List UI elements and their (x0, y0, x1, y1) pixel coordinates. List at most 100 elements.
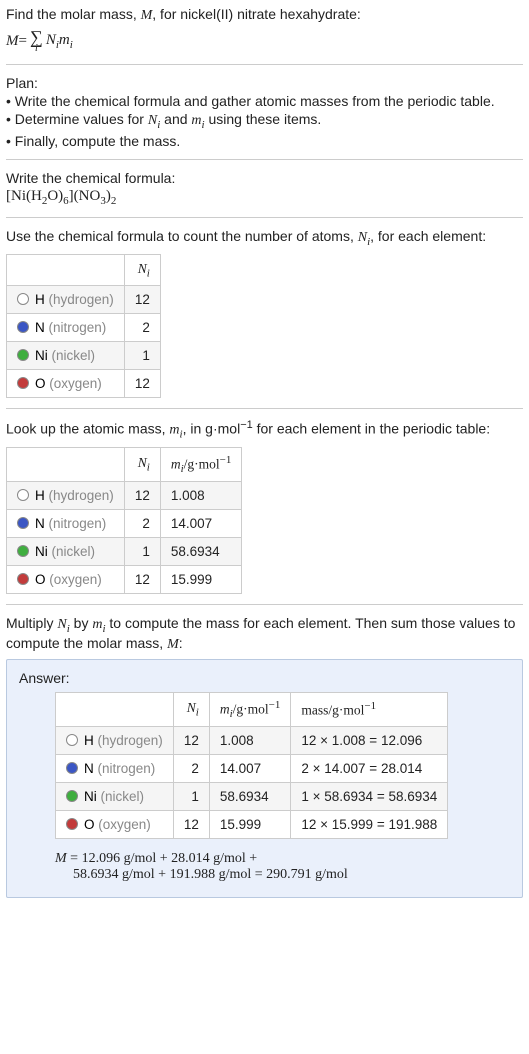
count-b: , for each element: (370, 228, 486, 244)
element-count: 2 (173, 754, 209, 782)
formula-m-sub: i (70, 39, 73, 51)
element-name: (hydrogen) (49, 488, 114, 503)
answer-m-var: M (55, 851, 67, 866)
separator (6, 217, 523, 218)
lookup-text: Look up the atomic mass, mi, in g·mol−1 … (6, 419, 523, 440)
formula-eq: = (19, 33, 27, 50)
lookup-b: , in g·mol (183, 421, 241, 437)
separator (6, 64, 523, 65)
element-atomic-mass: 1.008 (209, 726, 291, 754)
element-count: 2 (124, 314, 160, 342)
intro-text-b: , for nickel(II) nitrate hexahydrate: (152, 6, 361, 22)
element-cell: N (nitrogen) (7, 509, 125, 537)
plan-b2-n: N (148, 113, 157, 128)
mult-mid: by (70, 615, 93, 631)
element-symbol: O (35, 376, 46, 391)
mult-n: N (57, 617, 66, 632)
element-symbol: N (35, 516, 45, 531)
plan-title: Plan: (6, 75, 523, 91)
answer-calc-line-1: M = 12.096 g/mol + 28.014 g/mol + (55, 851, 510, 867)
lookup-m: m (169, 423, 179, 438)
chem-p1: [Ni(H (6, 188, 42, 204)
mult-a: Multiply (6, 615, 57, 631)
chem-formula-title: Write the chemical formula: (6, 170, 523, 186)
chem-p2: O) (47, 188, 63, 204)
table-header-ni: Ni (124, 254, 160, 286)
element-cell: N (nitrogen) (7, 314, 125, 342)
element-count: 1 (124, 537, 160, 565)
element-name: (nickel) (52, 544, 96, 559)
element-swatch (17, 349, 29, 361)
multiply-text: Multiply Ni by mi to compute the mass fo… (6, 615, 523, 653)
intro-line-1: Find the molar mass, M, for nickel(II) n… (6, 6, 523, 24)
element-swatch (66, 734, 78, 746)
answer-inner: Ni mi/g·mol−1 mass/g·mol−1 H (hydrogen) … (55, 692, 510, 883)
element-symbol: Ni (84, 789, 97, 804)
element-cell: Ni (nickel) (7, 537, 125, 565)
element-cell: O (oxygen) (7, 370, 125, 398)
element-symbol: O (84, 817, 95, 832)
element-name: (nickel) (101, 789, 145, 804)
answer-l1: = 12.096 g/mol + 28.014 g/mol + (67, 851, 258, 866)
element-mass: 15.999 (160, 565, 242, 593)
lookup-table: Ni mi/g·mol−1 H (hydrogen) 12 1.008 N (n… (6, 447, 242, 594)
element-swatch (17, 293, 29, 305)
element-count: 1 (173, 782, 209, 810)
element-cell: Ni (nickel) (7, 342, 125, 370)
lookup-exp: −1 (240, 419, 253, 431)
formula-n: N (46, 32, 56, 48)
table-row: O (oxygen) 12 (7, 370, 161, 398)
element-mass-calc: 1 × 58.6934 = 58.6934 (291, 782, 448, 810)
separator (6, 604, 523, 605)
formula-m2: m (59, 32, 70, 48)
separator (6, 408, 523, 409)
element-cell: N (nitrogen) (56, 754, 174, 782)
plan-b2-end: using these items. (205, 111, 322, 127)
element-count: 12 (124, 370, 160, 398)
answer-title: Answer: (19, 670, 510, 686)
element-swatch (17, 377, 29, 389)
table-row: N (nitrogen) 2 14.007 (7, 509, 242, 537)
element-cell: H (hydrogen) (7, 286, 125, 314)
element-atomic-mass: 15.999 (209, 810, 291, 838)
element-name: (nitrogen) (98, 761, 156, 776)
table-row: Ni (nickel) 1 58.6934 1 × 58.6934 = 58.6… (56, 782, 448, 810)
chem-s4: 2 (111, 195, 117, 207)
table-header-blank (56, 692, 174, 726)
element-swatch (17, 489, 29, 501)
table-row: O (oxygen) 12 15.999 12 × 15.999 = 191.9… (56, 810, 448, 838)
element-swatch (17, 517, 29, 529)
lookup-a: Look up the atomic mass, (6, 421, 169, 437)
plan-bullet-3: • Finally, compute the mass. (6, 133, 523, 149)
element-cell: Ni (nickel) (56, 782, 174, 810)
element-swatch (66, 818, 78, 830)
table-header-blank (7, 447, 125, 481)
element-cell: H (hydrogen) (7, 481, 125, 509)
element-name: (hydrogen) (49, 292, 114, 307)
element-name: (nitrogen) (49, 516, 107, 531)
table-row: Ni (nickel) 1 (7, 342, 161, 370)
count-table: Ni H (hydrogen) 12 N (nitrogen) 2 Ni (ni… (6, 254, 161, 399)
plan-b2-m: m (191, 113, 201, 128)
table-row: N (nitrogen) 2 14.007 2 × 14.007 = 28.01… (56, 754, 448, 782)
answer-box: Answer: Ni mi/g·mol−1 mass/g·mol−1 H (hy… (6, 659, 523, 898)
element-count: 12 (173, 810, 209, 838)
mult-end: : (179, 635, 183, 651)
lookup-c: for each element in the periodic table: (253, 421, 490, 437)
table-header-mi: mi/g·mol−1 (209, 692, 291, 726)
table-row: H (hydrogen) 12 (7, 286, 161, 314)
count-text: Use the chemical formula to count the nu… (6, 228, 523, 248)
table-header-row: Ni mi/g·mol−1 (7, 447, 242, 481)
plan-bullet-2: • Determine values for Ni and mi using t… (6, 111, 523, 131)
element-count: 2 (124, 509, 160, 537)
count-a: Use the chemical formula to count the nu… (6, 228, 358, 244)
table-row: Ni (nickel) 1 58.6934 (7, 537, 242, 565)
element-name: (oxygen) (98, 817, 151, 832)
element-atomic-mass: 14.007 (209, 754, 291, 782)
element-cell: O (oxygen) (7, 565, 125, 593)
element-name: (hydrogen) (98, 733, 163, 748)
table-row: O (oxygen) 12 15.999 (7, 565, 242, 593)
sigma-icon: ∑ i (30, 28, 43, 54)
intro-text-a: Find the molar mass, (6, 6, 141, 22)
count-n: N (358, 230, 367, 245)
